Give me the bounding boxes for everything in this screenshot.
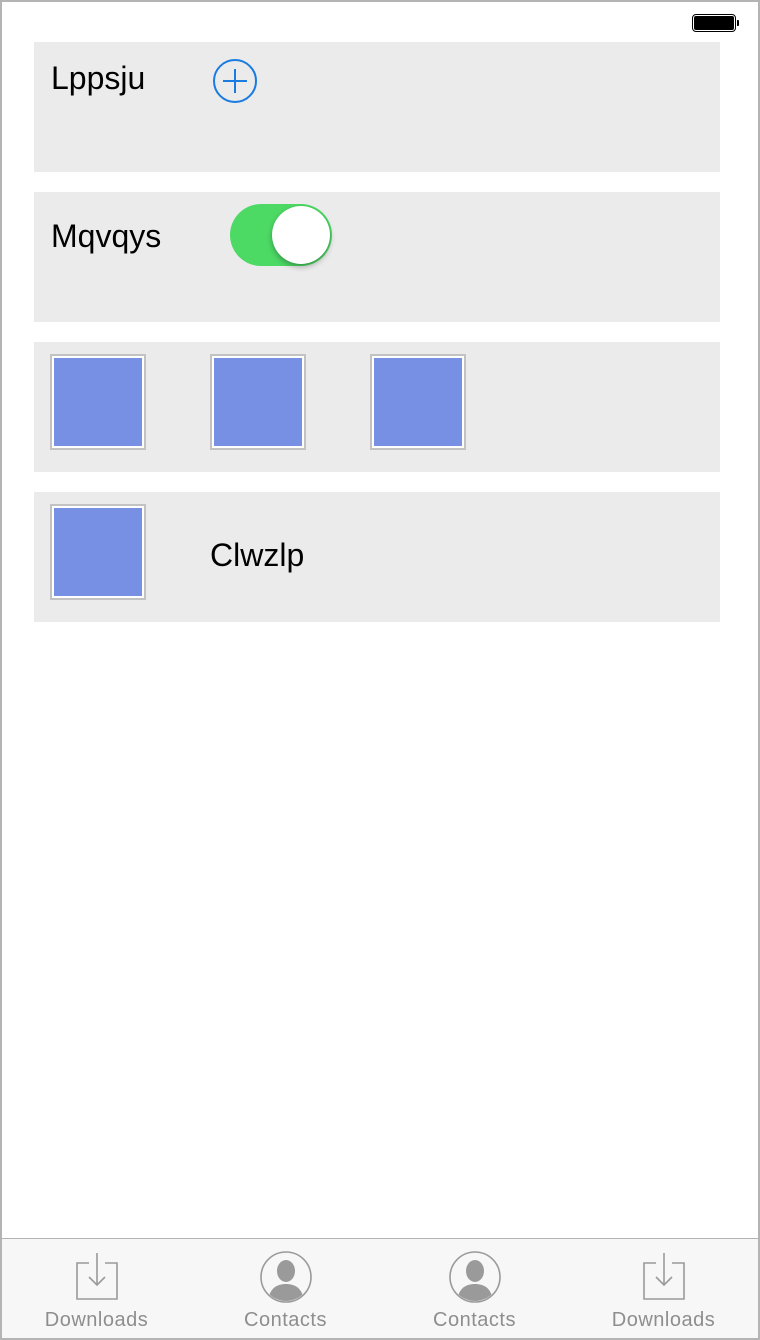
toggle-knob bbox=[272, 206, 330, 264]
tab-label: Downloads bbox=[44, 1309, 149, 1331]
tab-downloads[interactable]: Downloads bbox=[569, 1239, 758, 1338]
image-thumbnail[interactable] bbox=[210, 354, 306, 450]
tab-downloads[interactable]: Downloads bbox=[2, 1239, 191, 1338]
image-thumbnail[interactable] bbox=[50, 354, 146, 450]
row-label: Mqvqys bbox=[51, 218, 162, 254]
tab-contacts[interactable]: Contacts bbox=[380, 1239, 569, 1338]
list-row-thumbnails bbox=[34, 342, 720, 472]
image-thumbnail[interactable] bbox=[50, 504, 146, 600]
list-row-mqvqys: Mqvqys bbox=[34, 192, 720, 322]
toggle-switch[interactable] bbox=[230, 204, 332, 266]
image-thumbnail[interactable] bbox=[370, 354, 466, 450]
tab-label: Contacts bbox=[433, 1309, 516, 1331]
download-icon bbox=[642, 1253, 685, 1300]
row-label: Clwzlp bbox=[210, 537, 305, 573]
list-row-clwzlp: Clwzlp bbox=[34, 492, 720, 622]
tab-bar: Downloads Contacts Contacts Downloads bbox=[2, 1238, 758, 1338]
tab-label: Contacts bbox=[244, 1309, 327, 1331]
contact-icon bbox=[448, 1251, 501, 1303]
battery-icon bbox=[692, 14, 739, 32]
tab-label: Downloads bbox=[611, 1309, 716, 1331]
tab-contacts[interactable]: Contacts bbox=[191, 1239, 380, 1338]
row-label: Lppsju bbox=[51, 60, 146, 96]
app-screen: Lppsju Mqvqys Clwzlp Downloads Contacts … bbox=[0, 0, 760, 1340]
add-button[interactable] bbox=[212, 58, 258, 104]
plus-circle-icon bbox=[213, 59, 257, 103]
list-row-lppsju: Lppsju bbox=[34, 42, 720, 172]
download-icon bbox=[75, 1253, 118, 1300]
contact-icon bbox=[259, 1251, 312, 1303]
